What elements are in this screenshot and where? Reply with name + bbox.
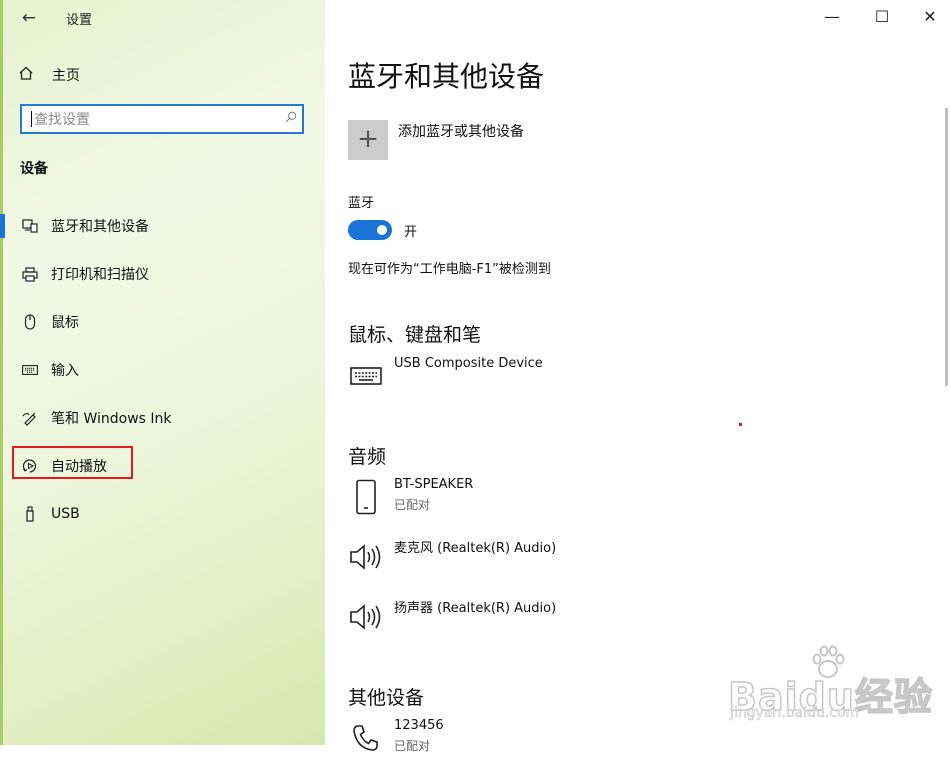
speaker-icon: [348, 537, 384, 577]
sidebar-item-bluetooth[interactable]: 蓝牙和其他设备: [0, 210, 320, 242]
sidebar-item-usb[interactable]: USB: [0, 498, 320, 530]
pen-icon: [20, 410, 40, 426]
speaker-icon: [348, 597, 384, 637]
annotation-highlight-box: [12, 446, 133, 479]
device-item[interactable]: 扬声器 (Realtek(R) Audio): [348, 597, 868, 641]
sidebar-item-label: 输入: [51, 363, 79, 379]
group-title-other: 其他设备: [348, 687, 425, 709]
watermark-url: jingyan.baidu.com: [730, 705, 860, 722]
device-status: 已配对: [394, 498, 431, 512]
settings-search-box[interactable]: 查找设置: [20, 104, 304, 134]
printer-icon: [20, 266, 40, 282]
sidebar-item-printers[interactable]: 打印机和扫描仪: [0, 258, 320, 290]
sidebar-item-label: 鼠标: [51, 315, 79, 331]
device-item[interactable]: 麦克风 (Realtek(R) Audio): [348, 537, 868, 581]
section-title-devices: 设备: [20, 161, 48, 177]
device-item[interactable]: BT-SPEAKER 已配对: [348, 477, 868, 521]
home-label: 主页: [52, 68, 80, 84]
bluetooth-label: 蓝牙: [348, 196, 375, 211]
bluetooth-state-label: 开: [404, 225, 418, 240]
group-title-audio: 音频: [348, 446, 387, 468]
minimize-button[interactable]: —: [817, 6, 847, 28]
red-marker-dot: [739, 423, 742, 426]
bluetooth-toggle[interactable]: [348, 220, 392, 240]
window-title: 设置: [66, 13, 93, 28]
device-name: USB Composite Device: [394, 356, 543, 371]
home-nav-item[interactable]: 主页: [18, 64, 80, 86]
close-button[interactable]: ✕: [915, 6, 945, 28]
search-icon[interactable]: [280, 111, 302, 127]
device-name: BT-SPEAKER: [394, 477, 474, 492]
text-cursor: [31, 111, 32, 127]
device-item[interactable]: USB Composite Device: [348, 356, 868, 400]
page-title: 蓝牙和其他设备: [348, 60, 545, 93]
mouse-icon: [20, 314, 40, 330]
sidebar-item-label: 蓝牙和其他设备: [51, 219, 149, 235]
handset-icon: [348, 718, 384, 758]
device-name: 扬声器 (Realtek(R) Audio): [394, 601, 557, 616]
sidebar-item-label: 打印机和扫描仪: [51, 267, 149, 283]
plus-icon: +: [357, 124, 379, 154]
bluetooth-devices-icon: [20, 219, 40, 233]
maximize-button[interactable]: ☐: [867, 6, 897, 28]
settings-sidebar: ← 设置 主页 查找设置 设备 蓝牙和其他设备 打印机和扫描仪 鼠标 输入 笔和…: [0, 0, 325, 745]
device-name: 123456: [394, 718, 444, 733]
group-title-input: 鼠标、键盘和笔: [348, 324, 482, 346]
sidebar-item-label: 笔和 Windows Ink: [51, 411, 172, 427]
sidebar-item-typing[interactable]: 输入: [0, 354, 320, 386]
keyboard-icon: [348, 356, 384, 396]
home-icon: [18, 65, 40, 85]
discoverable-text: 现在可作为“工作电脑-F1”被检测到: [348, 262, 551, 277]
sidebar-item-pen[interactable]: 笔和 Windows Ink: [0, 402, 320, 434]
device-status: 已配对: [394, 739, 431, 753]
sidebar-item-mouse[interactable]: 鼠标: [0, 306, 320, 338]
add-device-button[interactable]: +: [348, 120, 388, 160]
add-device-label[interactable]: 添加蓝牙或其他设备: [398, 121, 524, 141]
usb-icon: [20, 506, 40, 522]
sidebar-item-label: USB: [51, 506, 80, 522]
device-name: 麦克风 (Realtek(R) Audio): [394, 541, 557, 556]
back-button[interactable]: ←: [14, 4, 44, 32]
toggle-knob: [377, 225, 387, 235]
search-input[interactable]: 查找设置: [34, 109, 280, 129]
main-panel: — ☐ ✕ 蓝牙和其他设备 + 添加蓝牙或其他设备 蓝牙 开 现在可作为“工作电…: [325, 0, 950, 753]
keyboard-icon: [20, 365, 40, 375]
baidu-watermark: Baidu经验 jingyan.baidu.com: [727, 640, 938, 725]
main-scrollbar[interactable]: [945, 108, 948, 386]
phone-icon: [348, 477, 384, 517]
